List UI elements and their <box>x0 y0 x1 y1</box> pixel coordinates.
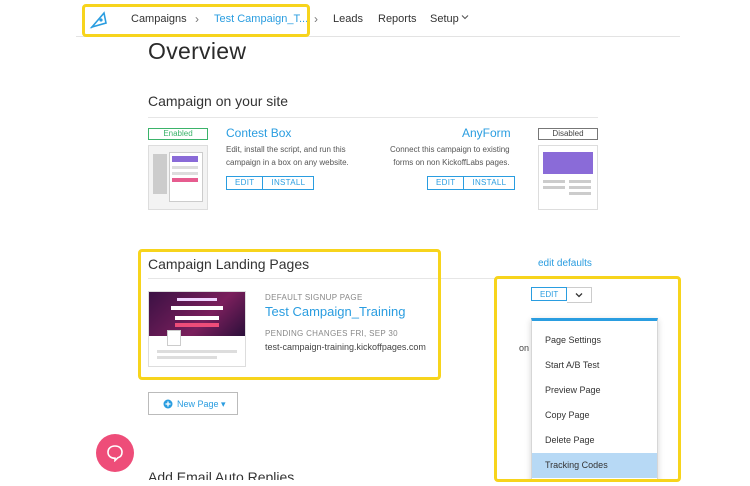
section-heading-email-auto-replies: Add Email Auto Replies <box>148 469 295 480</box>
new-page-label: New Page ▾ <box>177 399 226 409</box>
contest-box-title[interactable]: Contest Box <box>226 126 291 140</box>
anyform-desc-line2: forms on non KickoffLabs pages. <box>393 158 510 167</box>
nav-setup[interactable]: Setup <box>430 13 459 25</box>
plus-circle-icon <box>163 399 173 409</box>
contest-box-button-group: EDIT INSTALL <box>226 176 315 190</box>
anyform-title[interactable]: AnyForm <box>462 126 511 140</box>
contest-box-thumbnail <box>148 145 208 210</box>
status-badge-disabled: Disabled <box>538 128 598 140</box>
highlight-box-landing-page <box>138 249 441 380</box>
edit-defaults-link[interactable]: edit defaults <box>538 258 592 269</box>
nav-leads[interactable]: Leads <box>333 13 363 25</box>
anyform-thumbnail <box>538 145 598 210</box>
page-title: Overview <box>148 38 247 64</box>
contest-box-desc-line1: Edit, install the script, and run this <box>226 145 346 154</box>
nav-reports[interactable]: Reports <box>378 13 417 25</box>
chevron-right-icon: › <box>314 12 318 26</box>
chat-launcher-button[interactable] <box>96 434 134 472</box>
anyform-install-button[interactable]: INSTALL <box>463 177 514 189</box>
anyform-description: Connect this campaign to existing forms … <box>390 143 510 169</box>
divider <box>148 117 598 118</box>
anyform-button-group: EDIT INSTALL <box>427 176 516 190</box>
chat-bubble-icon <box>107 445 123 462</box>
contest-box-edit-button[interactable]: EDIT <box>227 177 262 189</box>
chevron-down-icon[interactable] <box>461 13 469 21</box>
section-heading-campaign-on-site: Campaign on your site <box>148 93 289 109</box>
anyform-edit-button[interactable]: EDIT <box>428 177 463 189</box>
contest-box-install-button[interactable]: INSTALL <box>262 177 313 189</box>
new-page-button[interactable]: New Page ▾ <box>148 392 238 415</box>
contest-box-description: Edit, install the script, and run this c… <box>226 143 349 169</box>
contest-box-desc-line2: campaign in a box on any website. <box>226 158 349 167</box>
status-badge-enabled: Enabled <box>148 128 208 140</box>
highlight-box-breadcrumb <box>82 4 310 37</box>
anyform-desc-line1: Connect this campaign to existing <box>390 145 510 154</box>
highlight-box-dropdown <box>494 276 681 482</box>
